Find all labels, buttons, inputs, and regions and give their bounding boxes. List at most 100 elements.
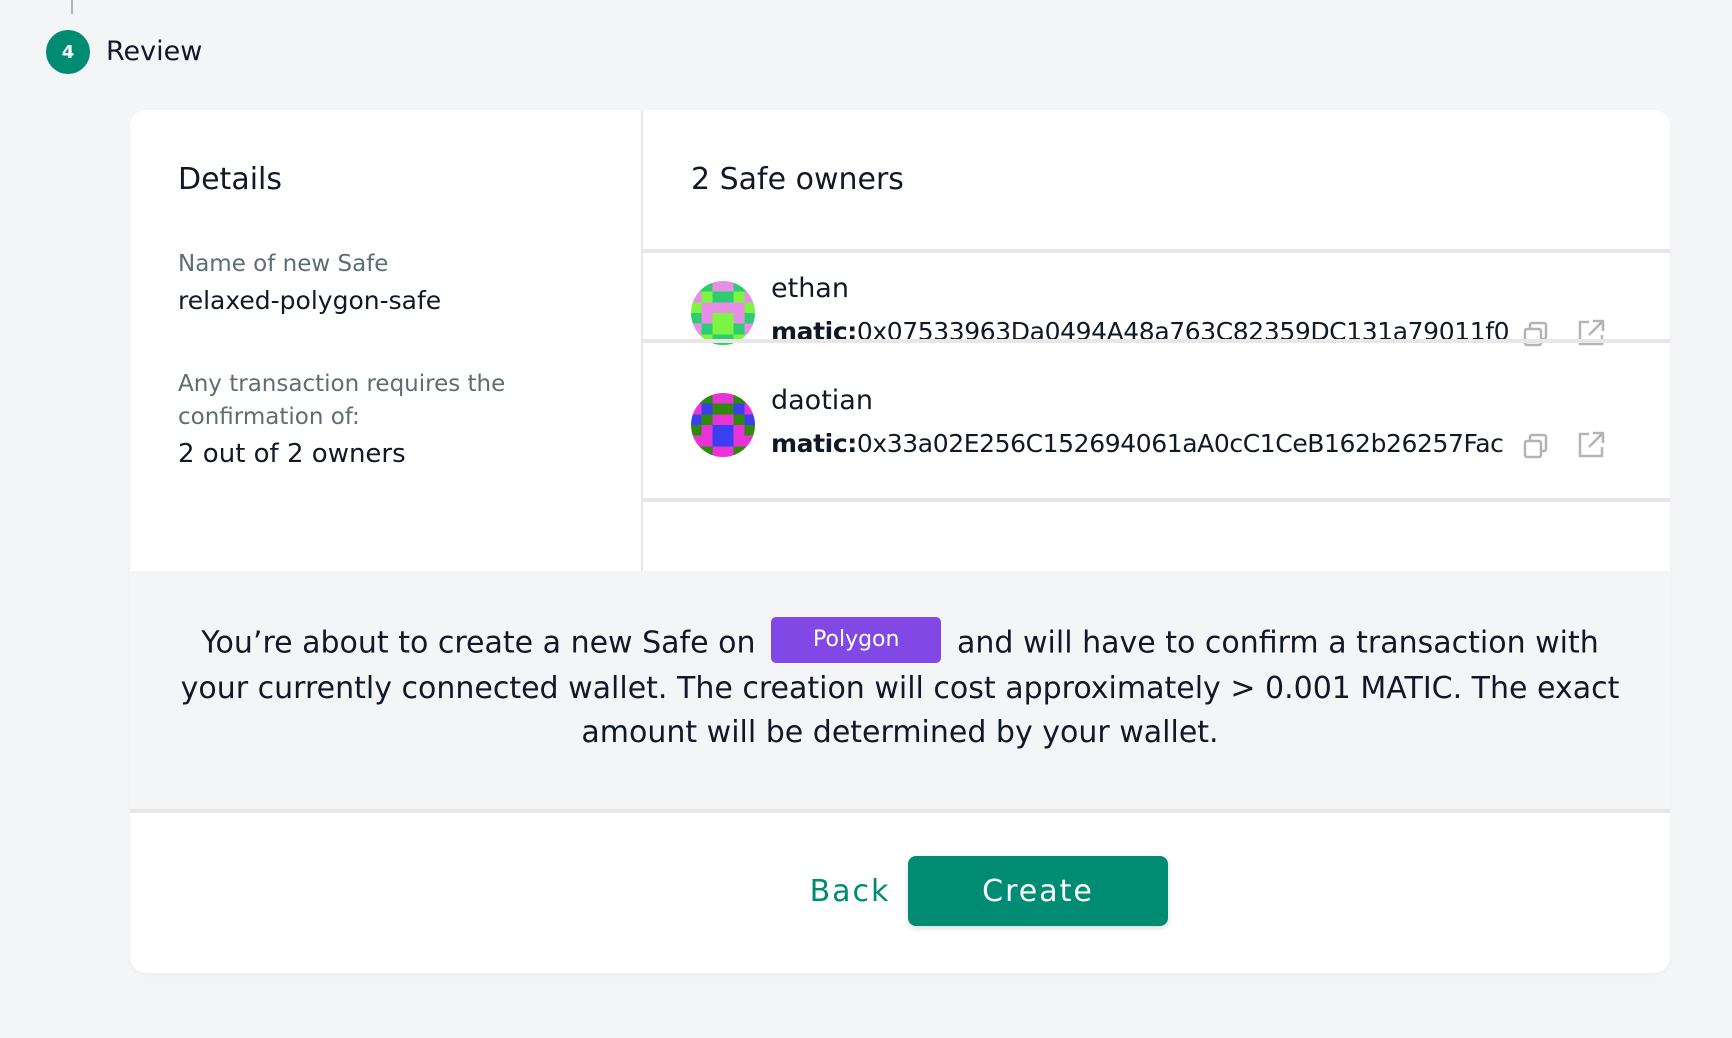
copy-icon[interactable] [1521, 431, 1551, 461]
review-card: Details Name of new Safe relaxed-polygon… [130, 110, 1670, 973]
identicon-cell [691, 446, 702, 457]
owners-divider [643, 498, 1670, 502]
identicon-cell [701, 446, 713, 457]
identicon-cell [701, 291, 713, 303]
owners-title: 2 Safe owners [691, 162, 904, 197]
footer-divider [130, 809, 1670, 813]
identicon-cell [712, 446, 723, 457]
identicon-cell [733, 414, 745, 425]
identicon-cell [691, 414, 702, 425]
identicon-cell [701, 403, 713, 415]
identicon-cell [733, 403, 745, 415]
identicon-cell [691, 281, 702, 292]
safe-name-value: relaxed-polygon-safe [178, 286, 442, 315]
owners-divider [643, 339, 1670, 343]
owner-avatar-identicon [691, 281, 755, 345]
step-label: Review [106, 36, 203, 67]
identicon-cell [723, 403, 734, 415]
identicon-cell [723, 414, 734, 425]
identicon-cell [733, 425, 745, 436]
external-link-icon[interactable] [1575, 317, 1607, 349]
identicon-cell [701, 323, 713, 335]
owners-panel: 2 Safe owners ethan matic:0x07533963Da04… [643, 110, 1670, 571]
owner-address: matic:0x07533963Da0494A48a763C82359DC131… [771, 315, 1510, 349]
identicon-cell [712, 302, 723, 313]
identicon-cell [744, 435, 755, 447]
identicon-cell [691, 393, 702, 404]
identicon-cell [712, 291, 723, 303]
identicon-cell [733, 393, 745, 404]
identicon-cell [744, 446, 755, 457]
identicon-cell [712, 313, 723, 324]
address-prefix: matic: [771, 429, 857, 458]
copy-icon[interactable] [1521, 319, 1551, 349]
identicon-cell [744, 414, 755, 425]
identicon-cell [723, 446, 734, 457]
identicon-cell [691, 403, 702, 415]
identicon-cell [712, 425, 723, 436]
safe-name-label: Name of new Safe [178, 251, 389, 277]
notice-text: You’re about to create a new Safe on Pol… [170, 617, 1630, 755]
identicon-cell [723, 281, 734, 292]
owner-row: ethan matic:0x07533963Da0494A48a763C8235… [643, 253, 1670, 373]
identicon-cell [701, 313, 713, 324]
identicon-cell [701, 435, 713, 447]
identicon-cell [701, 414, 713, 425]
identicon-cell [723, 435, 734, 447]
identicon-cell [712, 393, 723, 404]
back-button[interactable]: Back [780, 856, 920, 926]
identicon-cell [744, 393, 755, 404]
create-button[interactable]: Create [908, 856, 1168, 926]
details-title: Details [178, 162, 283, 197]
external-link-icon[interactable] [1575, 429, 1607, 461]
identicon-cell [744, 281, 755, 292]
step-number-badge: 4 [46, 30, 90, 74]
identicon-cell [723, 425, 734, 436]
threshold-value: 2 out of 2 owners [178, 439, 406, 469]
review-step: 4 Review Details Name of new Safe relaxe… [0, 0, 1732, 1038]
identicon-cell [744, 291, 755, 303]
identicon-cell [701, 425, 713, 436]
identicon-cell [712, 281, 723, 292]
threshold-label: Any transaction requires the confirmatio… [178, 371, 506, 430]
identicon-cell [733, 446, 745, 457]
identicon-cell [744, 403, 755, 415]
identicon-cell [733, 302, 745, 313]
identicon-cell [712, 414, 723, 425]
identicon-cell [691, 302, 702, 313]
identicon-cell [691, 313, 702, 324]
identicon-cell [733, 435, 745, 447]
owner-name: ethan [771, 273, 849, 304]
identicon-cell [744, 302, 755, 313]
identicon-cell [701, 302, 713, 313]
identicon-cell [691, 435, 702, 447]
identicon-cell [712, 435, 723, 447]
identicon-cell [701, 281, 713, 292]
identicon-cell [691, 425, 702, 436]
identicon-cell [744, 323, 755, 335]
identicon-cell [744, 313, 755, 324]
identicon-cell [691, 291, 702, 303]
owner-avatar-identicon [691, 393, 755, 457]
address-value: 0x33a02E256C152694061aA0cC1CeB162b26257F… [856, 429, 1504, 458]
identicon-cell [733, 281, 745, 292]
identicon-cell [723, 323, 734, 335]
identicon-cell [733, 313, 745, 324]
identicon-cell [701, 393, 713, 404]
identicon-cell [723, 393, 734, 404]
identicon-cell [691, 323, 702, 335]
notice-text-before: You’re about to create a new Safe on [201, 625, 756, 661]
identicon-cell [712, 323, 723, 335]
creation-notice: You’re about to create a new Safe on Pol… [130, 571, 1670, 809]
identicon-cell [723, 302, 734, 313]
owner-row: daotian matic:0x33a02E256C152694061aA0cC… [643, 365, 1670, 485]
identicon-cell [733, 323, 745, 335]
owner-name: daotian [771, 385, 873, 416]
identicon-cell [744, 425, 755, 436]
identicon-cell [712, 403, 723, 415]
owner-address: matic:0x33a02E256C152694061aA0cC1CeB162b… [771, 427, 1504, 461]
network-badge: Polygon [771, 617, 942, 663]
identicon-cell [723, 291, 734, 303]
stepper-connector [71, 0, 73, 14]
identicon-cell [733, 291, 745, 303]
